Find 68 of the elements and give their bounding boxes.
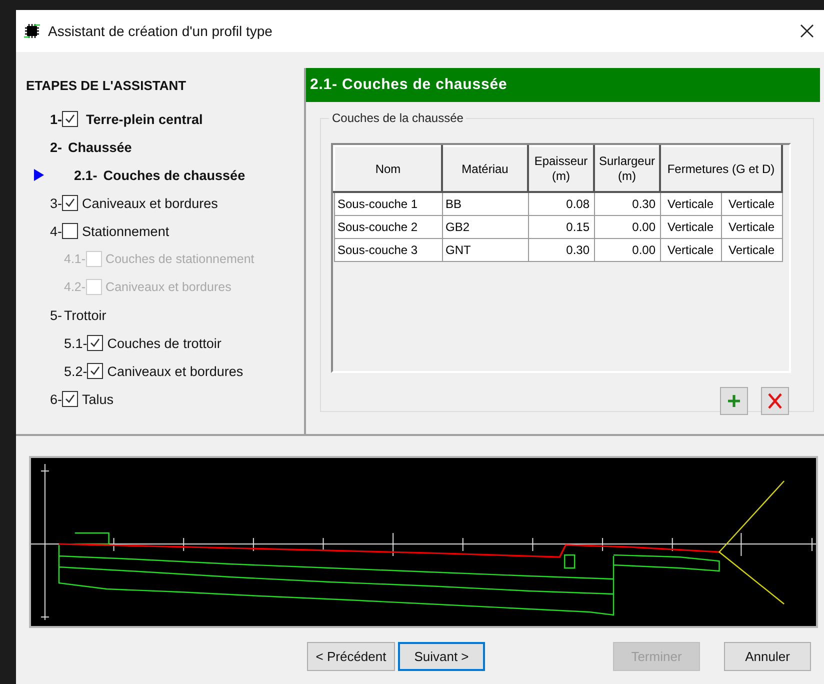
step-number: 5.2- <box>64 364 88 378</box>
column-header[interactable]: Nom <box>334 146 442 192</box>
table-cell: BB <box>442 192 528 216</box>
step-number: 4- <box>50 224 62 238</box>
wizard-button[interactable]: < Précédent <box>307 642 395 671</box>
step-number: 3- <box>50 196 62 210</box>
step-label[interactable]: Terre-plein central <box>86 112 203 126</box>
panel-header: 2.1- Couches de chaussée <box>306 68 820 102</box>
step-label[interactable]: Couches de chaussée <box>103 168 246 182</box>
table-cell: 0.30 <box>594 192 660 216</box>
step-number: 2.1- <box>74 168 98 182</box>
grid-app-icon <box>24 23 40 39</box>
wizard-button[interactable]: Annuler <box>724 642 811 671</box>
table-cell: Verticale <box>660 192 721 216</box>
step-checkbox[interactable] <box>62 391 78 407</box>
step-checkbox[interactable] <box>62 111 78 127</box>
table-cell: Sous-couche 3 <box>334 238 442 262</box>
table-cell: Verticale <box>721 192 782 216</box>
add-button[interactable] <box>720 387 748 415</box>
checkmark-icon <box>64 197 76 209</box>
step-number: 1- <box>50 112 62 126</box>
step-number: 4.2- <box>64 280 86 294</box>
step-label[interactable]: Stationnement <box>82 224 170 238</box>
table-cell: Sous-couche 2 <box>334 216 442 238</box>
table-cell: Verticale <box>660 216 721 238</box>
table-cell: 0.00 <box>594 216 660 238</box>
table-cell: Verticale <box>721 216 782 238</box>
step-checkbox[interactable] <box>87 335 104 351</box>
table-cell: Verticale <box>660 238 721 262</box>
column-header[interactable]: Fermetures (G et D) <box>660 146 782 192</box>
step-number: 5.1- <box>64 336 88 350</box>
checkmark-icon <box>64 393 76 405</box>
step-label[interactable]: Chaussée <box>68 140 132 154</box>
wizard-button[interactable]: Suivant > <box>398 642 485 671</box>
column-header[interactable]: Epaisseur (m) <box>528 146 594 192</box>
column-header[interactable]: Surlargeur (m) <box>594 146 660 192</box>
step-label[interactable]: Talus <box>82 392 114 406</box>
current-step-arrow-icon <box>34 169 44 181</box>
column-header[interactable]: Matériau <box>442 146 528 192</box>
table-cell: 0.30 <box>528 238 594 262</box>
step-checkbox[interactable] <box>87 363 104 379</box>
step-checkbox[interactable] <box>62 223 78 239</box>
window-title: Assistant de création d'un profil type <box>48 23 274 39</box>
steps-heading: ETAPES DE L'ASSISTANT <box>26 78 188 93</box>
plus-icon <box>727 394 741 408</box>
step-number: 2- <box>50 140 62 154</box>
delete-button[interactable] <box>761 387 789 415</box>
step-label[interactable]: Couches de trottoir <box>107 336 222 350</box>
checkmark-icon <box>64 113 76 125</box>
table-cell: GB2 <box>442 216 528 238</box>
step-label[interactable]: Caniveaux et bordures <box>82 196 218 210</box>
step-number: 4.1- <box>64 252 86 266</box>
checkmark-icon <box>89 365 102 377</box>
table-cell: Sous-couche 1 <box>334 192 442 216</box>
step-label[interactable]: Caniveaux et bordures <box>107 364 244 378</box>
table-cell: 0.15 <box>528 216 594 238</box>
step-checkbox[interactable] <box>62 195 78 211</box>
close-icon <box>767 393 783 409</box>
table-cell: 0.00 <box>594 238 660 262</box>
table-cell: GNT <box>442 238 528 262</box>
checkmark-icon <box>89 337 102 349</box>
table-cell: 0.08 <box>528 192 594 216</box>
step-number: 6- <box>50 392 62 406</box>
step-label[interactable]: Trottoir <box>64 308 106 322</box>
table-cell: Verticale <box>721 238 782 262</box>
close-icon[interactable] <box>800 24 814 38</box>
step-number: 5- <box>50 308 62 322</box>
group-title: Couches de la chaussée <box>329 111 466 125</box>
